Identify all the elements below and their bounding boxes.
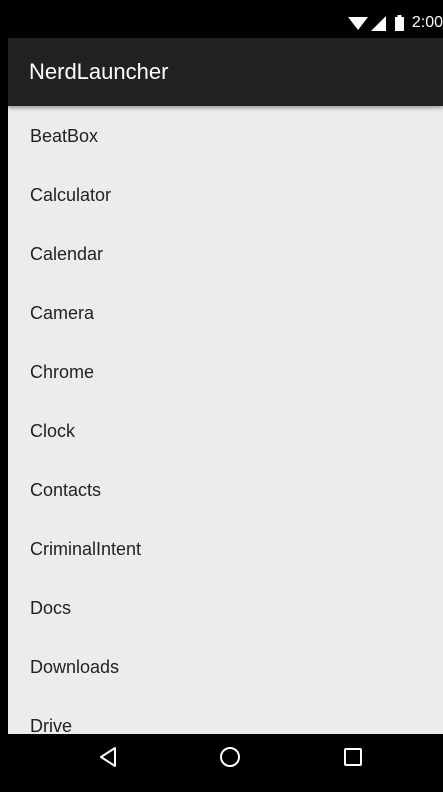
status-bar: 2:00 bbox=[8, 8, 443, 38]
home-icon bbox=[219, 746, 241, 772]
list-item[interactable]: Docs bbox=[8, 579, 443, 638]
list-item[interactable]: Contacts bbox=[8, 461, 443, 520]
signal-icon bbox=[370, 15, 386, 31]
home-button[interactable] bbox=[200, 734, 260, 784]
status-time: 2:00 bbox=[411, 14, 443, 31]
list-item[interactable]: Chrome bbox=[8, 343, 443, 402]
app-list[interactable]: BeatBox Calculator Calendar Camera Chrom… bbox=[8, 106, 443, 735]
list-item[interactable]: Drive bbox=[8, 697, 443, 734]
screen: 2:00 NerdLauncher BeatBox Calculator Cal… bbox=[8, 8, 443, 784]
navigation-bar bbox=[8, 734, 443, 784]
battery-icon bbox=[394, 15, 404, 31]
recents-button[interactable] bbox=[323, 734, 383, 784]
list-item[interactable]: Calculator bbox=[8, 166, 443, 225]
list-item[interactable]: Clock bbox=[8, 402, 443, 461]
back-icon bbox=[98, 746, 118, 772]
device-frame: 2:00 NerdLauncher BeatBox Calculator Cal… bbox=[0, 0, 443, 792]
list-item[interactable]: BeatBox bbox=[8, 106, 443, 166]
list-item[interactable]: Downloads bbox=[8, 638, 443, 697]
wifi-icon bbox=[347, 15, 368, 31]
list-item[interactable]: CriminalIntent bbox=[8, 520, 443, 579]
app-title: NerdLauncher bbox=[29, 59, 169, 84]
back-button[interactable] bbox=[78, 734, 138, 784]
list-item[interactable]: Camera bbox=[8, 284, 443, 343]
app-bar: NerdLauncher bbox=[8, 38, 443, 106]
status-icons: 2:00 bbox=[347, 8, 443, 38]
list-item[interactable]: Calendar bbox=[8, 225, 443, 284]
recents-icon bbox=[343, 747, 363, 771]
